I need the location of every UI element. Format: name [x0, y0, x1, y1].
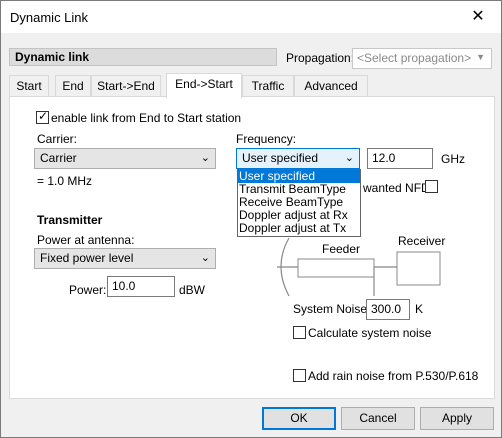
propagation-label: Propagation: — [286, 51, 355, 65]
frequency-mode-select[interactable]: User specified ⌄ — [236, 148, 360, 169]
ok-button[interactable]: OK — [262, 407, 336, 430]
tab-end[interactable]: End — [55, 75, 91, 97]
power-label: Power: — [69, 283, 107, 297]
frequency-mode-value: User specified — [242, 151, 319, 165]
power-input[interactable]: 10.0 — [107, 276, 175, 297]
power-mode-value: Fixed power level — [40, 251, 134, 265]
receiver-label: Receiver — [398, 234, 446, 248]
frequency-mode-listbox: User specified Transmit BeamType Receive… — [237, 169, 361, 237]
feeder-box — [297, 258, 375, 278]
frequency-label: Frequency: — [236, 132, 297, 146]
cancel-button[interactable]: Cancel — [341, 407, 415, 430]
carrier-bandwidth-info: = 1.0 MHz — [37, 174, 93, 188]
dynamic-link-dialog: Dynamic Link ✕ Dynamic link Propagation:… — [0, 0, 502, 438]
enable-link-checkbox[interactable]: ✓ — [36, 109, 49, 124]
chevron-down-icon: ⌄ — [344, 152, 354, 164]
carrier-label: Carrier: — [37, 132, 78, 146]
tab-start[interactable]: Start — [9, 75, 49, 97]
frequency-unit: GHz — [441, 152, 465, 166]
tab-end-to-start[interactable]: End->Start — [166, 73, 242, 98]
receiver-box — [396, 251, 441, 286]
tab-traffic[interactable]: Traffic — [242, 75, 294, 97]
power-mode-select[interactable]: Fixed power level ⌄ — [34, 248, 216, 269]
carrier-select-value: Carrier — [40, 151, 77, 165]
rain-noise-label: Add rain noise from P.530/P.618 — [308, 369, 479, 383]
propagation-select[interactable]: <Select propagation> ▼ — [352, 48, 492, 69]
tab-advanced[interactable]: Advanced — [294, 75, 368, 97]
wanted-nfd-checkbox[interactable] — [425, 180, 438, 193]
chevron-down-icon: ▼ — [476, 52, 485, 62]
system-noise-label: System Noise: — [293, 302, 371, 316]
section-header: Dynamic link — [9, 48, 277, 66]
close-icon[interactable]: ✕ — [455, 1, 501, 33]
calculate-noise-checkbox[interactable] — [293, 326, 306, 339]
carrier-select[interactable]: Carrier ⌄ — [34, 148, 216, 169]
title-bar[interactable]: Dynamic Link ✕ — [1, 1, 501, 33]
window-title: Dynamic Link — [10, 10, 89, 25]
propagation-select-value: <Select propagation> — [357, 51, 472, 65]
system-noise-input[interactable]: 300.0 — [366, 299, 410, 320]
tab-start-to-end[interactable]: Start->End — [91, 75, 161, 97]
chevron-down-icon: ⌄ — [200, 252, 210, 264]
checkmark-icon: ✓ — [38, 109, 49, 123]
rain-noise-checkbox[interactable] — [293, 369, 306, 382]
calculate-noise-label: Calculate system noise — [308, 326, 432, 340]
power-at-antenna-label: Power at antenna: — [37, 233, 135, 247]
apply-button[interactable]: Apply — [420, 407, 494, 430]
feeder-label: Feeder — [322, 242, 361, 256]
power-unit: dBW — [179, 283, 206, 297]
enable-link-label: enable link from End to Start station — [51, 111, 242, 125]
system-noise-unit: K — [415, 302, 424, 316]
chevron-down-icon: ⌄ — [200, 152, 210, 164]
frequency-input[interactable]: 12.0 — [367, 148, 433, 169]
transmitter-heading: Transmitter — [37, 213, 103, 227]
frequency-option[interactable]: Doppler adjust at Tx — [238, 222, 360, 235]
wanted-nfd-label: wanted NFD — [363, 181, 430, 195]
